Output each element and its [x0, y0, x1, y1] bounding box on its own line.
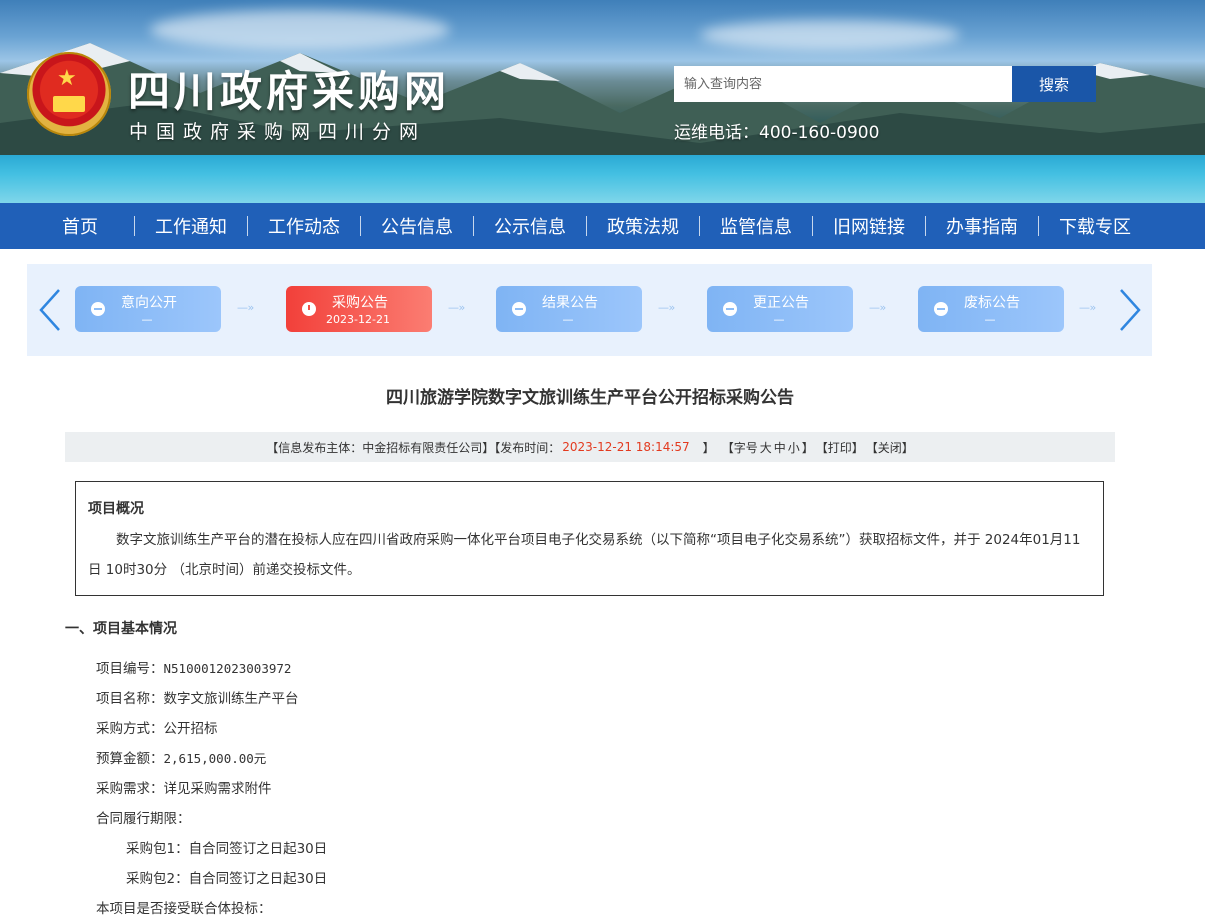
flow-step-procurement[interactable]: 采购公告 2023-12-21	[286, 286, 432, 332]
nav-item-work-notice[interactable]: 工作通知	[155, 213, 227, 239]
site-subtitle: 中国政府采购网四川分网	[129, 121, 427, 143]
package-2-period: 采购包2：自合同签订之日起30日	[126, 871, 328, 887]
chevron-right-icon[interactable]	[1117, 288, 1143, 338]
double-arrow-icon: — ››	[448, 301, 465, 314]
font-small-button[interactable]: 小	[788, 439, 800, 456]
font-size-label: 【字号	[721, 440, 758, 455]
contract-period: 合同履行期限：	[96, 811, 191, 827]
publisher-info: 【信息发布主体：中金招标有限责任公司】【发布时间：	[266, 440, 561, 455]
procurement-method: 采购方式：公开招标	[96, 721, 218, 737]
nav-item-downloads[interactable]: 下载专区	[1059, 213, 1131, 239]
flow-step-date: —	[562, 313, 574, 326]
flow-step-label: 采购公告	[332, 295, 388, 311]
minus-circle-icon	[512, 302, 526, 316]
section-heading: 一、项目基本情况	[65, 621, 177, 637]
budget-amount: 预算金额：2,615,000.00元	[96, 747, 266, 767]
flow-step-label: 更正公告	[753, 295, 809, 311]
package-1-period: 采购包1：自合同签订之日起30日	[126, 841, 328, 857]
font-medium-button[interactable]: 中	[774, 439, 786, 456]
project-number-value: N5100012023003972	[163, 661, 292, 676]
consortium-question: 本项目是否接受联合体投标：	[96, 901, 272, 917]
minus-circle-icon	[723, 302, 737, 316]
flow-step-result[interactable]: 结果公告 —	[496, 286, 642, 332]
close-button[interactable]: 【关闭】	[866, 439, 914, 456]
nav-item-announcements[interactable]: 公告信息	[381, 213, 453, 239]
nav-item-work-news[interactable]: 工作动态	[268, 213, 340, 239]
flow-step-cancelled[interactable]: 废标公告 —	[918, 286, 1064, 332]
nav-item-old-site[interactable]: 旧网链接	[833, 213, 905, 239]
project-number-label: 项目编号：	[96, 661, 164, 677]
flow-step-label: 意向公开	[121, 295, 177, 311]
font-size-suffix: 】	[801, 440, 814, 455]
project-number: 项目编号：N5100012023003972	[96, 657, 291, 677]
article-meta-bar: 【信息发布主体：中金招标有限责任公司】【发布时间： 2023-12-21 18:…	[65, 432, 1115, 462]
nav-item-publicity[interactable]: 公示信息	[494, 213, 566, 239]
nav-item-home[interactable]: 首页	[62, 213, 98, 239]
minus-circle-icon	[934, 302, 948, 316]
flow-step-correction[interactable]: 更正公告 —	[707, 286, 853, 332]
page-title: 四川旅游学院数字文旅训练生产平台公开招标采购公告	[386, 388, 794, 408]
nav-item-guide[interactable]: 办事指南	[946, 213, 1018, 239]
search-button[interactable]: 搜索	[1012, 66, 1096, 102]
flow-step-date: —	[773, 313, 785, 326]
double-arrow-icon: — ››	[1079, 301, 1096, 314]
overview-text: 数字文旅训练生产平台的潜在投标人应在四川省政府采购一体化平台项目电子化交易系统（…	[88, 532, 1081, 578]
lake	[0, 155, 1205, 203]
project-name: 项目名称：数字文旅训练生产平台	[96, 691, 299, 707]
overview-title: 项目概况	[88, 501, 144, 517]
font-large-button[interactable]: 大	[760, 439, 772, 456]
double-arrow-icon: — ››	[869, 301, 886, 314]
double-arrow-icon: — ››	[658, 301, 675, 314]
search-input[interactable]	[674, 66, 1012, 102]
nav-item-policy[interactable]: 政策法规	[607, 213, 679, 239]
site-title: 四川政府采购网	[128, 67, 451, 116]
nav-item-supervision[interactable]: 监管信息	[720, 213, 792, 239]
header-banner: ★ 四川政府采购网 中国政府采购网四川分网 搜索 运维电话：400-160-09…	[0, 0, 1205, 203]
flow-step-date: 2023-12-21	[326, 313, 390, 326]
minus-circle-icon	[91, 302, 105, 316]
flow-step-label: 废标公告	[964, 295, 1020, 311]
hotline-text: 运维电话：400-160-0900	[674, 123, 880, 143]
publish-time-suffix: 】	[702, 440, 715, 455]
flow-step-intent[interactable]: 意向公开 —	[75, 286, 221, 332]
flow-step-label: 结果公告	[542, 295, 598, 311]
clock-icon	[302, 302, 316, 316]
flow-step-date: —	[984, 313, 996, 326]
flow-step-date: —	[141, 313, 153, 326]
print-button[interactable]: 【打印】	[816, 439, 864, 456]
project-overview-box: 项目概况 数字文旅训练生产平台的潜在投标人应在四川省政府采购一体化平台项目电子化…	[75, 481, 1104, 596]
publish-time: 2023-12-21 18:14:57	[562, 440, 690, 454]
double-arrow-icon: — ››	[237, 301, 254, 314]
national-emblem-icon: ★	[27, 52, 111, 136]
budget-value: 2,615,000.00元	[163, 751, 267, 766]
main-nav: 首页 工作通知 工作动态 公告信息 公示信息 政策法规 监管信息 旧网链接 办事…	[0, 203, 1205, 249]
budget-label: 预算金额：	[96, 751, 164, 767]
chevron-left-icon[interactable]	[37, 288, 63, 338]
announcement-flow: 意向公开 — — ›› 采购公告 2023-12-21 — ›› 结果公告 — …	[27, 264, 1152, 356]
procurement-requirement: 采购需求：详见采购需求附件	[96, 781, 272, 797]
